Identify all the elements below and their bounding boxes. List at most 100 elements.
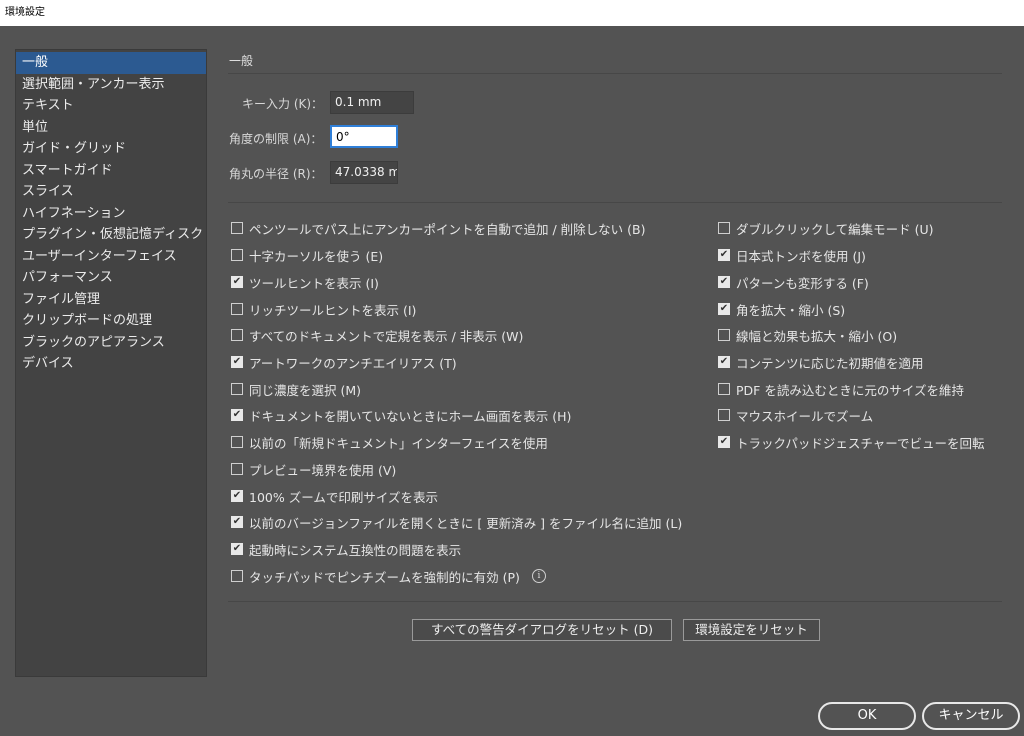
option-label: リッチツールヒントを表示 (I) — [249, 302, 417, 318]
sidebar-item-selection-anchor[interactable]: 選択範囲・アンカー表示 — [16, 74, 206, 96]
checkbox-unchecked-icon[interactable] — [231, 570, 243, 582]
option-antialiased-artwork[interactable]: ✔ アートワークのアンチエイリアス (T) — [231, 353, 457, 371]
option-force-pinch-zoom[interactable]: タッチパッドでピンチズームを強制的に有効 (P) i — [231, 567, 546, 585]
checkbox-unchecked-icon[interactable] — [718, 383, 730, 395]
sidebar-item-units[interactable]: 単位 — [16, 117, 206, 139]
checkbox-unchecked-icon[interactable] — [718, 329, 730, 341]
option-content-aware-defaults[interactable]: ✔ コンテンツに応じた初期値を適用 — [718, 353, 924, 371]
key-input-label: キー入力 (K)： — [242, 97, 324, 111]
option-double-click-isolate[interactable]: ダブルクリックして編集モード (U) — [718, 219, 934, 237]
checkbox-checked-icon[interactable]: ✔ — [231, 490, 243, 502]
option-home-screen[interactable]: ✔ ドキュメントを開いていないときにホーム画面を表示 (H) — [231, 406, 571, 424]
option-compat-issues[interactable]: ✔ 起動時にシステム互換性の問題を表示 — [231, 540, 461, 558]
checkbox-unchecked-icon[interactable] — [231, 463, 243, 475]
option-label: タッチパッドでピンチズームを強制的に有効 (P) — [249, 569, 520, 585]
option-label: ペンツールでパス上にアンカーポイントを自動で追加 / 削除しない (B) — [249, 221, 646, 237]
option-label: 線幅と効果も拡大・縮小 (O) — [736, 328, 898, 344]
checkbox-unchecked-icon[interactable] — [231, 222, 243, 234]
option-label: アートワークのアンチエイリアス (T) — [249, 355, 457, 371]
checkbox-checked-icon[interactable]: ✔ — [718, 249, 730, 261]
key-input-field[interactable]: 0.1 mm — [330, 91, 414, 114]
window-titlebar: 環境設定 — [0, 0, 1024, 26]
checkbox-checked-icon[interactable]: ✔ — [718, 436, 730, 448]
option-rulers-all-docs[interactable]: すべてのドキュメントで定規を表示 / 非表示 (W) — [231, 326, 523, 344]
option-label: トラックパッドジェスチャーでビューを回転 — [736, 435, 985, 451]
section-divider — [228, 73, 1002, 74]
window-title: 環境設定 — [5, 7, 45, 18]
sidebar-item-clipboard[interactable]: クリップボードの処理 — [16, 310, 206, 332]
option-label: 角を拡大・縮小 (S) — [736, 302, 846, 318]
sidebar-item-plugins-scratch[interactable]: プラグイン・仮想記憶ディスク — [16, 224, 206, 246]
option-label: 起動時にシステム互換性の問題を表示 — [249, 542, 462, 558]
sidebar-item-devices[interactable]: デバイス — [16, 353, 206, 375]
checkbox-unchecked-icon[interactable] — [231, 303, 243, 315]
sidebar-item-performance[interactable]: パフォーマンス — [16, 267, 206, 289]
sidebar-item-hyphenation[interactable]: ハイフネーション — [16, 203, 206, 225]
angle-constraint-field[interactable]: 0° — [330, 125, 398, 148]
corner-radius-field[interactable]: 47.0338 m — [330, 161, 398, 184]
checkbox-unchecked-icon[interactable] — [718, 409, 730, 421]
option-rich-tooltips[interactable]: リッチツールヒントを表示 (I) — [231, 300, 416, 318]
option-preview-bounds[interactable]: プレビュー境界を使用 (V) — [231, 460, 396, 478]
option-label: ツールヒントを表示 (I) — [249, 275, 379, 291]
options-divider — [228, 601, 1002, 602]
sidebar-item-type[interactable]: テキスト — [16, 95, 206, 117]
option-label: 同じ濃度を選択 (M) — [249, 382, 362, 398]
checkbox-unchecked-icon[interactable] — [718, 222, 730, 234]
option-pdf-original-size[interactable]: PDF を読み込むときに元のサイズを維持 — [718, 380, 964, 398]
preferences-sidebar: 一般 選択範囲・アンカー表示 テキスト 単位 ガイド・グリッド スマートガイド … — [15, 49, 207, 677]
option-label: パターンも変形する (F) — [736, 275, 869, 291]
option-transform-patterns[interactable]: ✔ パターンも変形する (F) — [718, 273, 869, 291]
corner-radius-label: 角丸の半径 (R)： — [229, 167, 323, 181]
option-append-converted[interactable]: ✔ 以前のバージョンファイルを開くときに [ 更新済み ] をファイル名に追加 … — [231, 513, 682, 531]
checkbox-checked-icon[interactable]: ✔ — [231, 543, 243, 555]
sidebar-item-file-handling[interactable]: ファイル管理 — [16, 289, 206, 311]
reset-preferences-button[interactable]: 環境設定をリセット — [683, 619, 820, 641]
ok-button[interactable]: OK — [818, 702, 916, 730]
checkbox-unchecked-icon[interactable] — [231, 383, 243, 395]
fields-divider — [228, 202, 1002, 203]
option-select-same-tint[interactable]: 同じ濃度を選択 (M) — [231, 380, 361, 398]
sidebar-item-slices[interactable]: スライス — [16, 181, 206, 203]
cancel-button[interactable]: キャンセル — [922, 702, 1020, 730]
option-legacy-new-document[interactable]: 以前の「新規ドキュメント」インターフェイスを使用 — [231, 433, 548, 451]
option-show-tooltips[interactable]: ✔ ツールヒントを表示 (I) — [231, 273, 379, 291]
sidebar-item-user-interface[interactable]: ユーザーインターフェイス — [16, 246, 206, 268]
option-label: ドキュメントを開いていないときにホーム画面を表示 (H) — [249, 408, 572, 424]
option-label: 以前の「新規ドキュメント」インターフェイスを使用 — [249, 435, 548, 451]
checkbox-checked-icon[interactable]: ✔ — [718, 356, 730, 368]
checkbox-unchecked-icon[interactable] — [231, 249, 243, 261]
option-label: マウスホイールでズーム — [736, 408, 874, 424]
option-japanese-crop-marks[interactable]: ✔ 日本式トンボを使用 (J) — [718, 246, 866, 264]
section-title: 一般 — [229, 54, 254, 68]
angle-constraint-label: 角度の制限 (A)： — [229, 132, 323, 146]
option-label: 100% ズームで印刷サイズを表示 — [249, 489, 438, 505]
sidebar-item-guides-grid[interactable]: ガイド・グリッド — [16, 138, 206, 160]
option-precise-cursors[interactable]: 十字カーソルを使う (E) — [231, 246, 383, 264]
option-pen-auto-add-delete[interactable]: ペンツールでパス上にアンカーポイントを自動で追加 / 削除しない (B) — [231, 219, 645, 237]
sidebar-item-black-appearance[interactable]: ブラックのアピアランス — [16, 332, 206, 354]
option-label: プレビュー境界を使用 (V) — [249, 462, 397, 478]
checkbox-checked-icon[interactable]: ✔ — [231, 356, 243, 368]
option-label: 以前のバージョンファイルを開くときに [ 更新済み ] をファイル名に追加 (L… — [249, 515, 683, 531]
checkbox-checked-icon[interactable]: ✔ — [231, 516, 243, 528]
checkbox-checked-icon[interactable]: ✔ — [718, 276, 730, 288]
option-label: 十字カーソルを使う (E) — [249, 248, 384, 264]
checkbox-unchecked-icon[interactable] — [231, 436, 243, 448]
option-trackpad-rotate-view[interactable]: ✔ トラックパッドジェスチャーでビューを回転 — [718, 433, 985, 451]
info-icon[interactable]: i — [531, 569, 546, 583]
option-print-size-100[interactable]: ✔ 100% ズームで印刷サイズを表示 — [231, 487, 438, 505]
option-scale-corners[interactable]: ✔ 角を拡大・縮小 (S) — [718, 300, 845, 318]
checkbox-unchecked-icon[interactable] — [231, 329, 243, 341]
option-label: すべてのドキュメントで定規を表示 / 非表示 (W) — [249, 328, 524, 344]
option-scale-strokes-effects[interactable]: 線幅と効果も拡大・縮小 (O) — [718, 326, 897, 344]
option-label: 日本式トンボを使用 (J) — [736, 248, 866, 264]
checkbox-checked-icon[interactable]: ✔ — [231, 276, 243, 288]
sidebar-item-general[interactable]: 一般 — [16, 52, 206, 74]
reset-warning-dialogs-button[interactable]: すべての警告ダイアログをリセット (D) — [412, 619, 672, 641]
checkbox-checked-icon[interactable]: ✔ — [231, 409, 243, 421]
option-mouse-wheel-zoom[interactable]: マウスホイールでズーム — [718, 406, 873, 424]
checkbox-checked-icon[interactable]: ✔ — [718, 303, 730, 315]
sidebar-item-smart-guides[interactable]: スマートガイド — [16, 160, 206, 182]
option-label: PDF を読み込むときに元のサイズを維持 — [736, 382, 964, 398]
